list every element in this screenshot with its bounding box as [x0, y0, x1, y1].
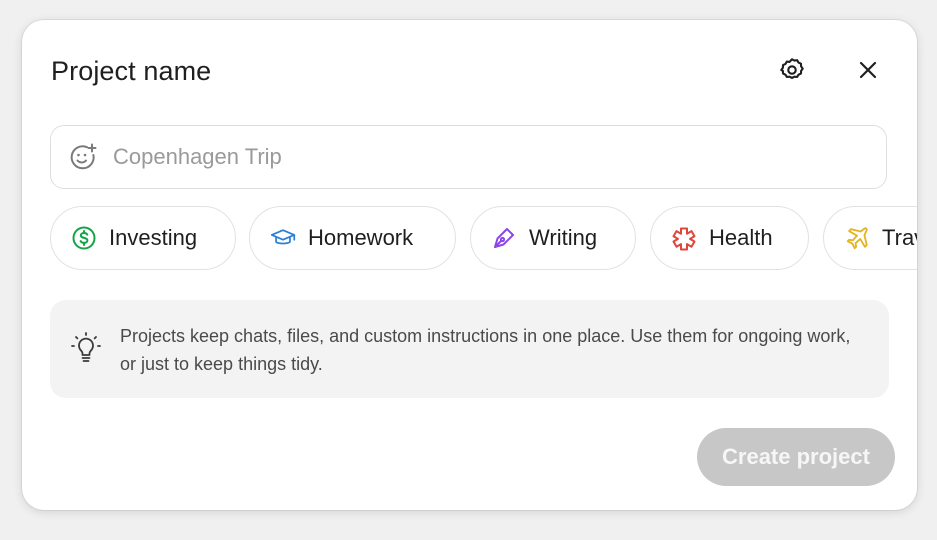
chip-health[interactable]: Health [650, 206, 809, 270]
create-project-dialog: Project name Copenhagen Trip Investing H… [22, 20, 917, 510]
close-button[interactable] [848, 50, 888, 90]
emoji-picker-button[interactable] [65, 139, 101, 175]
gear-icon [780, 58, 804, 79]
create-project-button[interactable]: Create project [697, 428, 895, 486]
close-icon [859, 61, 877, 79]
dollar-circle-icon [71, 225, 97, 251]
lightbulb-icon [71, 332, 101, 362]
airplane-icon [844, 225, 870, 251]
chip-label: Health [709, 225, 773, 250]
settings-button[interactable] [772, 50, 812, 90]
project-name-field [50, 125, 887, 189]
emoji-add-icon [70, 143, 97, 170]
chip-label: Travel [882, 225, 917, 250]
chip-label: Homework [308, 225, 414, 250]
dialog-title: Project name [51, 56, 212, 86]
chip-investing[interactable]: Investing [50, 206, 236, 270]
chip-label: Investing [109, 225, 198, 250]
pen-nib-icon [491, 225, 517, 251]
info-box: Projects keep chats, files, and custom i… [50, 300, 889, 398]
chip-writing[interactable]: Writing [470, 206, 636, 270]
category-chips: Investing Homework Writing Health Tra [50, 206, 917, 272]
chip-label: Writing [529, 225, 598, 250]
chip-homework[interactable]: Homework [249, 206, 456, 270]
graduation-cap-icon [270, 225, 296, 251]
health-cross-icon [671, 225, 697, 251]
chip-travel[interactable]: Travel [823, 206, 917, 270]
info-text: Projects keep chats, files, and custom i… [120, 326, 851, 374]
project-name-input[interactable] [113, 137, 853, 177]
